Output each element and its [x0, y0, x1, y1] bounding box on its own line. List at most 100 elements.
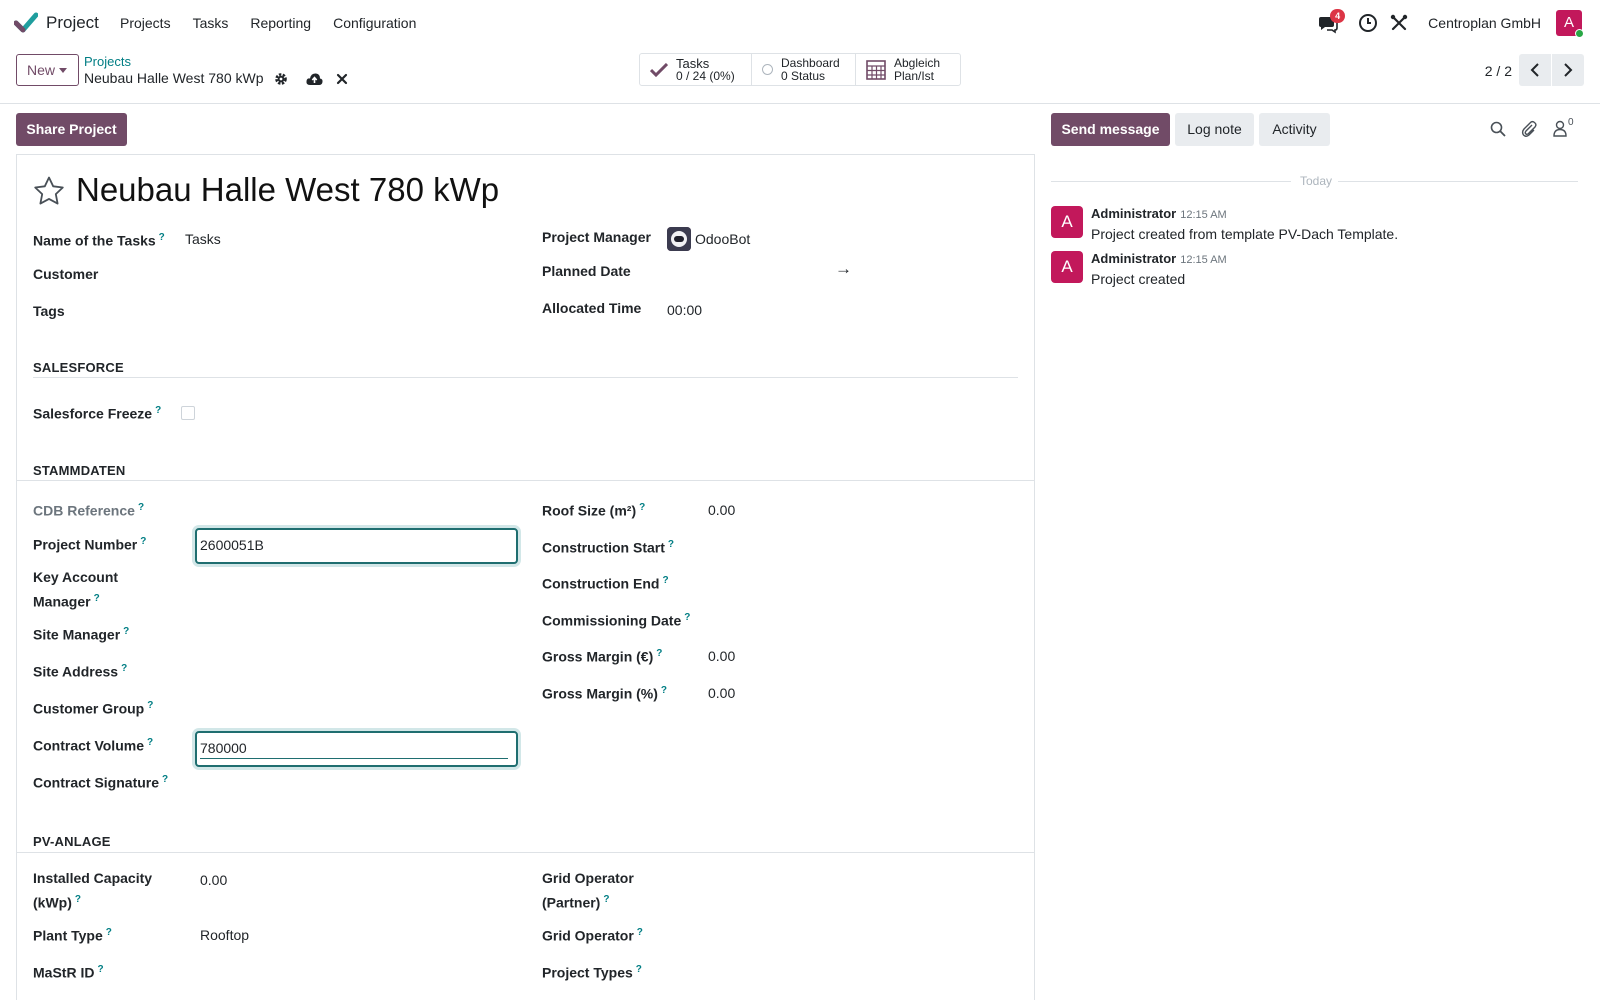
- message-author-avatar[interactable]: A: [1051, 206, 1083, 238]
- help-icon[interactable]: ?: [656, 648, 662, 659]
- pager-value[interactable]: 2 / 2: [1485, 63, 1512, 79]
- section-divider: [17, 480, 1034, 481]
- gross-margin-pct-text: Gross Margin (%): [542, 685, 658, 702]
- send-message-button[interactable]: Send message: [1051, 113, 1170, 146]
- online-status-dot: [1575, 29, 1584, 38]
- salesforce-freeze-checkbox[interactable]: [181, 406, 195, 420]
- menu-projects[interactable]: Projects: [120, 15, 171, 31]
- site-manager-label: Site Manager?: [33, 621, 129, 646]
- help-icon[interactable]: ?: [668, 539, 674, 550]
- gross-margin-pct-label: Gross Margin (%)?: [542, 680, 667, 705]
- project-title[interactable]: Neubau Halle West 780 kWp: [76, 171, 499, 209]
- site-manager-text: Site Manager: [33, 626, 121, 643]
- dashboard-smart-label: Dashboard 0 Status: [781, 56, 840, 83]
- abgleich-smart-button[interactable]: Abgleich Plan/Ist: [856, 54, 960, 85]
- breadcrumb-projects[interactable]: Projects: [84, 54, 131, 69]
- help-icon[interactable]: ?: [162, 774, 168, 785]
- project-number-input[interactable]: 2600051B: [195, 528, 518, 564]
- form-sheet: Neubau Halle West 780 kWp Name of the Ta…: [16, 154, 1035, 1000]
- menu-reporting[interactable]: Reporting: [250, 15, 311, 31]
- gross-margin-pct-value[interactable]: 0.00: [708, 685, 735, 701]
- menu-tasks[interactable]: Tasks: [193, 15, 229, 31]
- project-manager-label: Project Manager: [542, 229, 651, 245]
- help-icon[interactable]: ?: [94, 593, 100, 604]
- help-icon[interactable]: ?: [106, 927, 112, 938]
- help-icon[interactable]: ?: [155, 405, 161, 416]
- message-body: Project created: [1091, 271, 1186, 287]
- app-name[interactable]: Project: [46, 13, 99, 33]
- contract-volume-value: 780000: [200, 740, 247, 756]
- help-icon[interactable]: ?: [159, 232, 165, 243]
- company-switcher[interactable]: Centroplan GmbH: [1428, 15, 1541, 31]
- menu-configuration[interactable]: Configuration: [333, 15, 416, 31]
- gross-margin-eur-value[interactable]: 0.00: [708, 648, 735, 664]
- help-icon[interactable]: ?: [637, 927, 643, 938]
- favorite-star-icon[interactable]: [33, 175, 65, 207]
- share-project-button[interactable]: Share Project: [16, 113, 127, 146]
- contract-signature-text: Contract Signature: [33, 774, 160, 791]
- salesforce-freeze-text: Salesforce Freeze: [33, 405, 153, 422]
- pv-anlage-heading: PV-ANLAGE: [33, 834, 111, 849]
- commissioning-date-text: Commissioning Date: [542, 612, 682, 629]
- new-button[interactable]: New: [16, 54, 79, 86]
- contract-volume-label: Contract Volume?: [33, 732, 153, 757]
- name-tasks-value[interactable]: Tasks: [185, 231, 221, 247]
- roof-size-label: Roof Size (m²)?: [542, 497, 645, 522]
- help-icon[interactable]: ?: [97, 964, 103, 975]
- messaging-menu[interactable]: 4: [1318, 9, 1346, 34]
- help-icon[interactable]: ?: [75, 894, 81, 905]
- activity-button[interactable]: Activity: [1259, 113, 1330, 146]
- pager-previous-button[interactable]: [1519, 54, 1551, 86]
- gear-icon[interactable]: [274, 72, 288, 86]
- project-types-label: Project Types?: [542, 959, 642, 984]
- tasks-smart-button[interactable]: Tasks 0 / 24 (0%): [640, 54, 752, 85]
- help-icon[interactable]: ?: [140, 536, 146, 547]
- roof-size-value[interactable]: 0.00: [708, 502, 735, 518]
- search-icon[interactable]: [1490, 121, 1506, 137]
- table-grid-icon: [866, 59, 886, 80]
- plant-type-value[interactable]: Rooftop: [200, 927, 249, 943]
- help-icon[interactable]: ?: [123, 626, 129, 637]
- project-number-label: Project Number?: [33, 531, 146, 556]
- help-icon[interactable]: ?: [684, 612, 690, 623]
- help-icon[interactable]: ?: [636, 964, 642, 975]
- help-icon[interactable]: ?: [661, 685, 667, 696]
- pager-next-button[interactable]: [1552, 54, 1584, 86]
- paperclip-icon[interactable]: [1521, 120, 1537, 138]
- help-icon[interactable]: ?: [662, 575, 668, 586]
- date-divider-today: Today: [1296, 174, 1337, 188]
- abgleich-value: Plan/Ist: [894, 68, 935, 83]
- help-icon[interactable]: ?: [147, 737, 153, 748]
- project-manager-value[interactable]: OdooBot: [695, 231, 750, 247]
- smart-buttons: Tasks 0 / 24 (0%) Dashboard 0 Status Abg…: [639, 53, 961, 86]
- message-author-avatar[interactable]: A: [1051, 251, 1083, 283]
- help-icon[interactable]: ?: [121, 663, 127, 674]
- project-app-icon[interactable]: [14, 11, 38, 35]
- debug-tools-icon[interactable]: [1390, 14, 1408, 32]
- activity-clock-icon[interactable]: [1358, 13, 1378, 33]
- tasks-smart-label: Tasks 0 / 24 (0%): [676, 57, 735, 83]
- help-icon[interactable]: ?: [138, 502, 144, 513]
- top-navbar: Project Projects Tasks Reporting Configu…: [0, 0, 1600, 46]
- help-icon[interactable]: ?: [639, 502, 645, 513]
- installed-capacity-value[interactable]: 0.00: [200, 872, 227, 888]
- help-icon[interactable]: ?: [147, 700, 153, 711]
- discard-x-icon[interactable]: [336, 73, 348, 85]
- help-icon[interactable]: ?: [603, 894, 609, 905]
- message-author[interactable]: Administrator 12:15 AM: [1091, 251, 1227, 266]
- mastr-id-text: MaStR ID: [33, 964, 95, 981]
- cloud-upload-icon[interactable]: [306, 72, 323, 86]
- contract-volume-input[interactable]: 780000: [195, 731, 518, 767]
- key-account-manager-text-1: Key Account: [33, 569, 119, 585]
- message-count-badge: 4: [1330, 9, 1346, 23]
- log-note-button[interactable]: Log note: [1175, 113, 1254, 146]
- section-divider: [33, 377, 1018, 378]
- project-number-text: Project Number: [33, 536, 138, 553]
- user-avatar[interactable]: A: [1556, 10, 1584, 38]
- allocated-time-value[interactable]: 00:00: [667, 302, 702, 318]
- abgleich-title: Abgleich: [894, 55, 941, 70]
- followers-user-icon[interactable]: [1553, 120, 1567, 137]
- project-types-text: Project Types: [542, 964, 633, 981]
- dashboard-smart-button[interactable]: Dashboard 0 Status: [752, 54, 856, 85]
- message-author[interactable]: Administrator 12:15 AM: [1091, 206, 1227, 221]
